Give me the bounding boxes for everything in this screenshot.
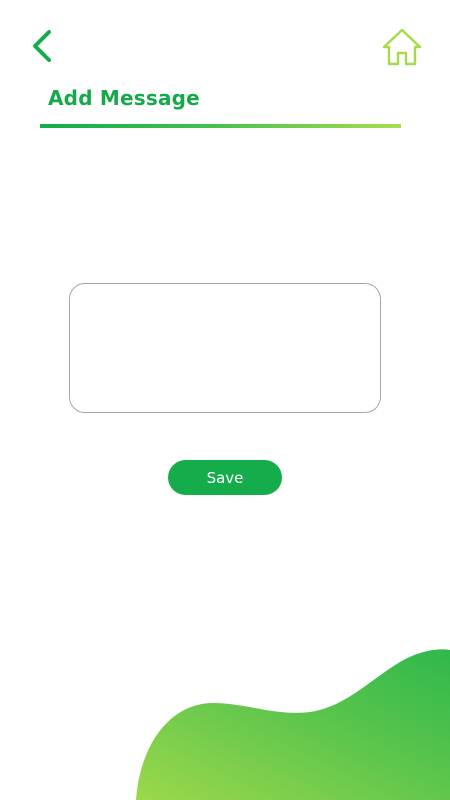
page-title: Add Message — [48, 86, 200, 110]
title-underline — [40, 124, 401, 128]
message-input[interactable] — [69, 283, 381, 413]
chevron-left-icon — [33, 30, 51, 62]
save-button[interactable]: Save — [168, 460, 282, 495]
home-icon — [382, 28, 422, 66]
back-button[interactable] — [22, 26, 62, 66]
home-button[interactable] — [378, 24, 426, 70]
decorative-wave — [136, 649, 450, 800]
